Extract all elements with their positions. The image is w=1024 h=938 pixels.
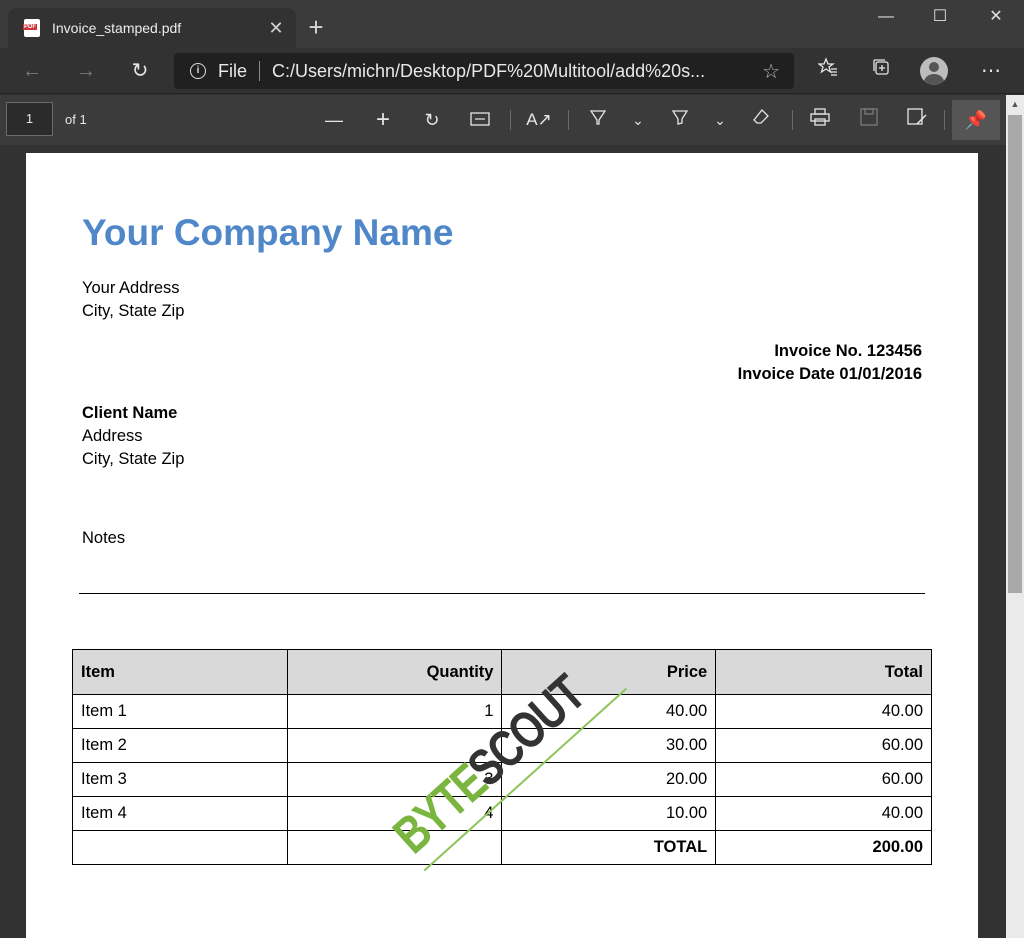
pdf-file-icon [23, 19, 40, 37]
cell-quantity [286, 728, 503, 763]
draw-options-chevron[interactable]: ⌄ [622, 104, 654, 136]
navigation-bar: ← → ↻ i File C:/Users/michn/Desktop/PDF%… [0, 48, 1024, 94]
favorites-button[interactable] [812, 55, 844, 87]
save-icon [860, 108, 878, 126]
cell-price: 20.00 [501, 762, 717, 797]
cell-item: Item 3 [72, 762, 288, 797]
cell-price: 30.00 [501, 728, 717, 763]
fit-page-button[interactable] [464, 104, 496, 136]
tab-invoice[interactable]: Invoice_stamped.pdf ✕ [8, 8, 296, 48]
close-window-button[interactable]: ✕ [970, 0, 1022, 34]
print-icon [810, 108, 830, 126]
scrollbar-thumb[interactable] [1008, 115, 1022, 593]
cell-price: 10.00 [501, 796, 717, 831]
invoice-number: Invoice No. 123456 [774, 342, 922, 360]
table-total-row: TOTAL 200.00 [72, 830, 932, 865]
tab-title: Invoice_stamped.pdf [52, 20, 182, 36]
profile-avatar[interactable] [920, 57, 948, 85]
total-label: TOTAL [501, 830, 717, 865]
pdf-toolbar: 1 of 1 — + ↻ A↗ ⌄ ⌄ 📌 [0, 95, 1006, 145]
highlight-button[interactable] [664, 104, 696, 136]
highlighter-icon [671, 110, 689, 125]
eraser-icon [753, 109, 769, 124]
client-address-line1: Address [82, 427, 143, 445]
close-tab-icon[interactable]: ✕ [266, 18, 286, 38]
invoice-date: Invoice Date 01/01/2016 [737, 365, 922, 383]
refresh-button[interactable]: ↻ [124, 55, 156, 87]
cell-total: 40.00 [715, 796, 932, 831]
print-button[interactable] [804, 104, 836, 136]
collections-icon [873, 59, 889, 75]
table-row: Item 4 4 10.00 40.00 [72, 796, 932, 831]
header-price: Price [501, 649, 717, 695]
info-icon[interactable]: i [190, 63, 206, 79]
title-bar: Invoice_stamped.pdf ✕ + — ☐ ✕ [0, 0, 1024, 48]
table-header-row: Item Quantity Price Total [72, 649, 932, 695]
cell-item: Item 4 [72, 796, 288, 831]
highlight-options-chevron[interactable]: ⌄ [704, 104, 736, 136]
new-tab-button[interactable]: + [302, 14, 330, 42]
cell-empty [72, 830, 288, 865]
back-button[interactable]: ← [16, 55, 48, 87]
maximize-button[interactable]: ☐ [914, 0, 966, 34]
cell-total: 40.00 [715, 694, 932, 729]
address-scheme: File [218, 60, 248, 81]
table-row: Item 2 30.00 60.00 [72, 728, 932, 763]
toolbar-separator [510, 110, 511, 130]
address-bar[interactable]: i File C:/Users/michn/Desktop/PDF%20Mult… [174, 53, 794, 89]
favorite-star-icon[interactable]: ☆ [762, 59, 780, 84]
notes-label: Notes [82, 529, 126, 547]
company-address-line1: Your Address [82, 279, 180, 297]
pin-icon: 📌 [964, 110, 988, 130]
company-name: Your Company Name [82, 212, 454, 253]
cell-quantity: 1 [286, 694, 503, 729]
invoice-table: Item Quantity Price Total Item 1 1 40.00… [72, 649, 932, 865]
save-as-icon [907, 108, 927, 125]
scroll-up-arrow[interactable]: ▲ [1006, 95, 1024, 113]
company-address-line2: City, State Zip [82, 302, 185, 320]
draw-pen-icon [589, 110, 607, 125]
pdf-page: Your Company Name Your Address City, Sta… [26, 153, 978, 938]
cell-item: Item 1 [72, 694, 288, 729]
erase-button[interactable] [745, 104, 777, 136]
cell-item: Item 2 [72, 728, 288, 763]
table-row: Item 1 1 40.00 40.00 [72, 694, 932, 729]
toolbar-separator [568, 110, 569, 130]
zoom-out-button[interactable]: — [318, 104, 350, 136]
cell-quantity: 4 [286, 796, 503, 831]
favorites-list-icon [817, 57, 837, 76]
notes-divider [79, 593, 925, 594]
table-row: Item 3 3 20.00 60.00 [72, 762, 932, 797]
rotate-button[interactable]: ↻ [416, 104, 448, 136]
toolbar-separator [792, 110, 793, 130]
fit-width-icon [470, 112, 490, 126]
header-total: Total [715, 649, 932, 695]
client-name: Client Name [82, 404, 178, 422]
page-number-input[interactable]: 1 [6, 102, 53, 136]
cell-empty [286, 830, 503, 865]
address-url[interactable]: C:/Users/michn/Desktop/PDF%20Multitool/a… [272, 61, 742, 82]
draw-button[interactable] [582, 104, 614, 136]
read-aloud-button[interactable]: A↗ [523, 104, 555, 136]
address-separator [259, 61, 261, 81]
cell-quantity: 3 [286, 762, 503, 797]
toolbar-separator [944, 110, 945, 130]
zoom-in-button[interactable]: + [367, 104, 399, 136]
header-item: Item [72, 649, 288, 695]
minimize-button[interactable]: — [860, 0, 912, 34]
page-count-label: of 1 [65, 112, 87, 127]
pin-toolbar-button[interactable]: 📌 [952, 100, 1000, 140]
total-value: 200.00 [715, 830, 932, 865]
cell-price: 40.00 [501, 694, 717, 729]
collections-button[interactable] [865, 55, 897, 87]
cell-total: 60.00 [715, 762, 932, 797]
client-address-line2: City, State Zip [82, 450, 185, 468]
cell-total: 60.00 [715, 728, 932, 763]
save-button[interactable] [853, 104, 885, 136]
header-quantity: Quantity [286, 649, 503, 695]
forward-button[interactable]: → [70, 55, 102, 87]
save-as-button[interactable] [901, 104, 933, 136]
more-options-button[interactable]: ⋯ [975, 55, 1007, 87]
